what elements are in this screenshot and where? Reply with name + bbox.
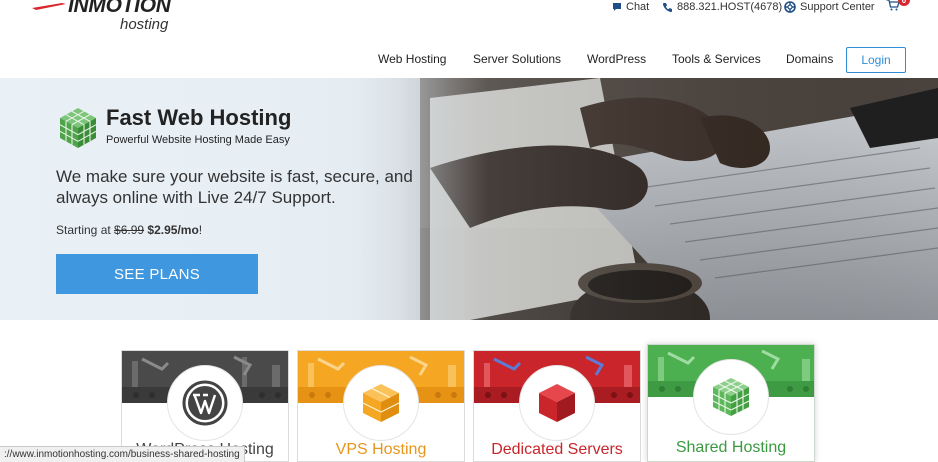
price-suffix: ! [198, 223, 203, 237]
nav-wordpress[interactable]: WordPress [587, 52, 646, 66]
hero-banner: Fast Web Hosting Powerful Website Hostin… [0, 78, 938, 320]
hero-price: Starting at $6.99 $2.95/mo! [56, 223, 202, 237]
nav-server-solutions[interactable]: Server Solutions [473, 52, 561, 66]
phone-link[interactable]: 888.321.HOST(4678) [662, 0, 782, 14]
support-center-label: Support Center [800, 1, 875, 13]
header: INMOTION hosting Chat 888.321.HOST(4678)… [0, 0, 938, 78]
chat-icon [613, 3, 621, 11]
chat-label: Chat [626, 1, 650, 13]
nav-tools-services[interactable]: Tools & Services [672, 52, 761, 66]
card-vps-hosting[interactable]: VPS Hosting [297, 350, 465, 462]
logo-swoosh-icon [32, 3, 66, 10]
login-button[interactable]: Login [846, 47, 906, 73]
shared-cube-icon [712, 378, 750, 416]
card-icon-circle [167, 365, 243, 441]
hero-title: Fast Web Hosting [106, 105, 292, 130]
phone-number: 888.321.HOST(4678) [677, 1, 783, 13]
card-icon-circle [693, 359, 769, 435]
card-title: Dedicated Servers [491, 441, 623, 458]
card-dedicated-servers[interactable]: Dedicated Servers [473, 350, 641, 462]
lifebuoy-icon [784, 1, 796, 13]
cube-logo-icon [59, 108, 97, 148]
price-prefix: Starting at [56, 223, 111, 237]
wordpress-icon [182, 380, 228, 426]
price-old: $6.99 [114, 223, 145, 237]
cart-button[interactable]: 0 [886, 0, 910, 12]
support-center-link[interactable]: Support Center [784, 0, 875, 14]
nav-web-hosting[interactable]: Web Hosting [378, 52, 446, 66]
see-plans-button[interactable]: SEE PLANS [56, 254, 258, 294]
hosting-cards: WordPress Hosting VPS Hosting [0, 320, 938, 462]
card-icon-circle [343, 365, 419, 441]
nav-domains[interactable]: Domains [786, 52, 833, 66]
card-icon-circle [519, 365, 595, 441]
main-nav: Web Hosting Server Solutions WordPress T… [0, 52, 938, 68]
vps-cube-icon [362, 384, 400, 422]
logo-subtext: hosting [120, 16, 169, 33]
hero-subtitle: Powerful Website Hosting Made Easy [106, 134, 290, 146]
phone-icon [662, 2, 672, 12]
price-new: $2.95/mo [147, 223, 199, 237]
logo[interactable]: INMOTION hosting [32, 0, 192, 38]
card-title: Shared Hosting [675, 439, 787, 456]
hero-description: We make sure your website is fast, secur… [56, 167, 413, 207]
card-shared-hosting[interactable]: Shared Hosting [647, 344, 815, 462]
card-title: VPS Hosting [335, 441, 427, 458]
chat-link[interactable]: Chat [612, 0, 649, 14]
status-bar-url: ://www.inmotionhosting.com/business-shar… [0, 446, 245, 462]
dedicated-cube-icon [539, 384, 575, 422]
